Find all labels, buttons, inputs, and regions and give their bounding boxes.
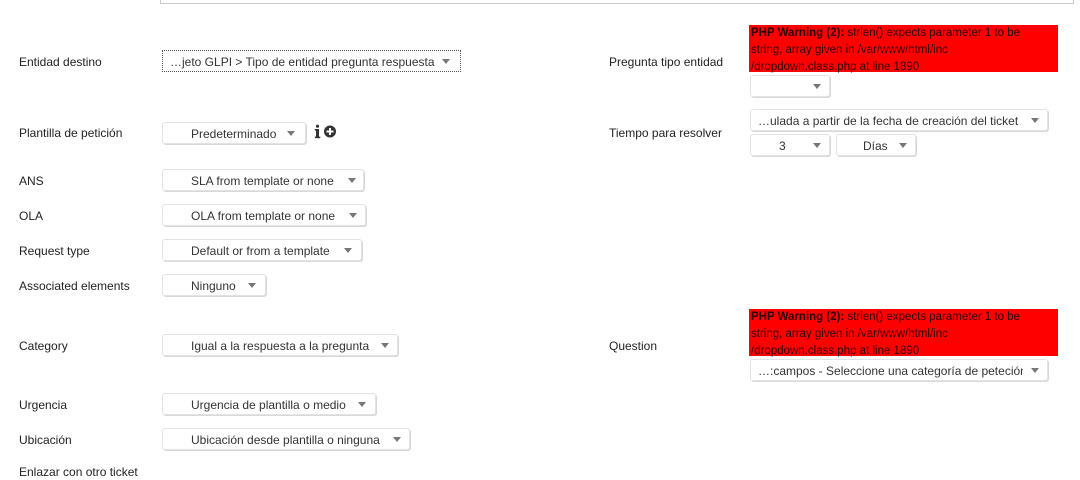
chevron-down-icon <box>348 178 356 183</box>
chevron-down-icon <box>287 131 295 136</box>
tiempo-resolver-select[interactable]: …ulada a partir de la fecha de creación … <box>750 109 1048 131</box>
category-select[interactable]: Igual a la respuesta a la pregunta <box>162 334 398 356</box>
php-warning-box: PHP Warning (2): strlen() expects parame… <box>749 309 1058 357</box>
label-urgencia: Urgencia <box>19 398 68 412</box>
label-ola: OLA <box>19 209 44 223</box>
php-warning-title: PHP Warning (2): <box>751 27 845 39</box>
label-enlazar: Enlazar con otro ticket <box>19 465 138 479</box>
info-add-icons[interactable] <box>314 124 340 140</box>
php-warning-line: PHP Warning (2): strlen() expects parame… <box>751 309 1058 326</box>
pregunta-tipo-entidad-select[interactable] <box>750 75 830 97</box>
ans-select[interactable]: SLA from template or none <box>162 169 364 191</box>
chevron-down-icon <box>344 248 352 253</box>
associated-elements-select[interactable]: Ninguno <box>162 274 266 296</box>
previous-field-box <box>160 0 1074 4</box>
label-pregunta-tipo-entidad: Pregunta tipo entidad <box>609 55 724 69</box>
category-value: Igual a la respuesta a la pregunta <box>191 339 370 353</box>
chevron-down-icon <box>393 437 401 442</box>
ans-value: SLA from template or none <box>191 174 334 188</box>
label-entidad-destino: Entidad destino <box>19 55 102 69</box>
php-warning-line: /dropdown.class.php at line 1890 <box>751 61 920 73</box>
urgencia-value: Urgencia de plantilla o medio <box>191 398 346 412</box>
chevron-down-icon <box>381 343 389 348</box>
php-warning-box: PHP Warning (2): strlen() expects parame… <box>749 25 1058 73</box>
chevron-down-icon <box>1031 118 1039 123</box>
ola-select[interactable]: OLA from template or none <box>162 204 366 226</box>
chevron-down-icon <box>899 143 907 148</box>
php-warning-title: PHP Warning (2): <box>751 311 845 323</box>
php-warning-text: strlen() expects parameter 1 to be <box>844 27 1021 39</box>
chevron-down-icon <box>813 84 821 89</box>
request-type-value: Default or from a template <box>191 244 330 258</box>
label-ubicacion: Ubicación <box>19 433 72 447</box>
add-circle-icon[interactable] <box>324 125 336 138</box>
tiempo-amount-value: 3 <box>779 139 786 153</box>
chevron-down-icon <box>349 213 357 218</box>
php-warning-line: /dropdown.class.php at line 1890 <box>751 345 920 357</box>
php-warning-line: string, array given in /var/www/html/inc <box>751 328 948 340</box>
ubicacion-value: Ubicación desde plantilla o ninguna <box>191 433 380 447</box>
chevron-down-icon <box>813 143 821 148</box>
urgencia-select[interactable]: Urgencia de plantilla o medio <box>162 393 376 415</box>
ubicacion-select[interactable]: Ubicación desde plantilla o ninguna <box>162 428 410 450</box>
label-category: Category <box>19 339 68 353</box>
tiempo-resolver-value: …ulada a partir de la fecha de creación … <box>758 114 1019 128</box>
question-select[interactable]: …:campos - Seleccione una categoría de p… <box>750 359 1048 381</box>
label-question: Question <box>609 339 658 353</box>
entidad-destino-select[interactable]: …jeto GLPI > Tipo de entidad pregunta re… <box>162 50 461 72</box>
tiempo-unit-select[interactable]: Días <box>836 134 916 156</box>
info-icon[interactable] <box>314 124 321 139</box>
request-type-select[interactable]: Default or from a template <box>162 239 362 261</box>
php-warning-line: string, array given in /var/www/html/inc <box>751 44 948 56</box>
label-plantilla: Plantilla de petición <box>19 126 123 140</box>
php-warning-line: PHP Warning (2): strlen() expects parame… <box>751 25 1058 42</box>
ola-value: OLA from template or none <box>191 209 336 223</box>
plantilla-select[interactable]: Predeterminado <box>162 122 306 144</box>
label-tiempo-resolver: Tiempo para resolver <box>609 126 722 140</box>
associated-elements-value: Ninguno <box>191 279 236 293</box>
chevron-down-icon <box>248 283 256 288</box>
tiempo-amount-select[interactable]: 3 <box>750 134 830 156</box>
plantilla-value: Predeterminado <box>191 127 277 141</box>
label-ans: ANS <box>19 174 44 188</box>
chevron-down-icon <box>358 402 366 407</box>
question-value: …:campos - Seleccione una categoría de p… <box>758 364 1023 378</box>
chevron-down-icon <box>1031 368 1039 373</box>
label-associated-elements: Associated elements <box>19 279 130 293</box>
entidad-destino-value: …jeto GLPI > Tipo de entidad pregunta re… <box>170 55 435 69</box>
chevron-down-icon <box>442 59 450 64</box>
label-request-type: Request type <box>19 244 90 258</box>
tiempo-unit-value: Días <box>863 139 888 153</box>
php-warning-text: strlen() expects parameter 1 to be <box>844 311 1021 323</box>
